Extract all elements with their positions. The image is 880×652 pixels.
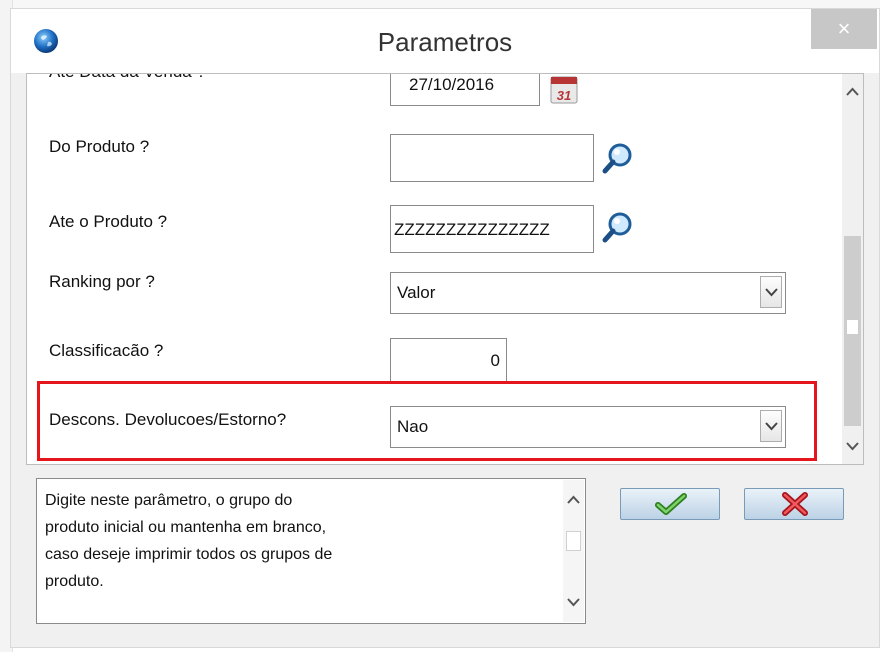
close-button[interactable]: × [811, 9, 877, 49]
ate-produto-label: Ate o Produto ? [49, 212, 168, 231]
search-icon[interactable] [601, 142, 635, 176]
date-field[interactable]: 27/10/2016 [390, 74, 540, 106]
help-line: caso deseje imprimir todos os grupos de [45, 546, 333, 563]
help-text-panel: Digite neste parâmetro, o grupo do produ… [36, 478, 586, 624]
highlight-box [37, 381, 817, 461]
ranking-dropdown-button[interactable] [760, 276, 782, 308]
calendar-icon[interactable]: 31 [549, 75, 579, 105]
scroll-down-arrow-icon[interactable] [563, 592, 584, 612]
checkmark-icon [655, 493, 687, 515]
parametros-dialog: Parametros × Ate Data da Venda ? 27/10/2… [10, 8, 880, 648]
help-line: Digite neste parâmetro, o grupo do [45, 492, 293, 509]
classificacao-input[interactable]: 0 [390, 338, 507, 384]
help-text: Digite neste parâmetro, o grupo do produ… [45, 487, 545, 595]
do-produto-label: Do Produto ? [49, 137, 150, 156]
parameters-scrollbar[interactable] [842, 74, 863, 464]
x-icon [782, 492, 808, 516]
search-icon[interactable] [601, 211, 635, 245]
chevron-down-icon [765, 288, 778, 297]
title-bar[interactable]: Parametros × [11, 9, 879, 73]
ranking-label: Ranking por ? [49, 272, 155, 291]
help-line: produto inicial ou mantenha em branco, [45, 519, 327, 536]
cancel-button[interactable] [744, 488, 844, 520]
ranking-selected-value: Valor [397, 283, 436, 302]
date-label: Ate Data da Venda ? [49, 74, 206, 82]
help-scrollbar[interactable] [563, 480, 584, 622]
scroll-thumb-grip [847, 320, 858, 334]
svg-text:31: 31 [557, 88, 571, 103]
help-line: produto. [45, 573, 104, 590]
scroll-thumb[interactable] [844, 236, 861, 426]
scroll-up-arrow-icon[interactable] [563, 490, 584, 510]
scroll-down-arrow-icon[interactable] [842, 436, 863, 456]
scroll-up-arrow-icon[interactable] [842, 82, 863, 102]
help-scroll-thumb[interactable] [566, 531, 581, 551]
ate-produto-input[interactable]: ZZZZZZZZZZZZZZZ [390, 205, 594, 253]
do-produto-input[interactable] [390, 134, 594, 182]
confirm-button[interactable] [620, 488, 720, 520]
classificacao-label: Classificacão ? [49, 341, 164, 360]
ranking-select[interactable]: Valor [390, 272, 786, 314]
window-title: Parametros [377, 27, 513, 57]
